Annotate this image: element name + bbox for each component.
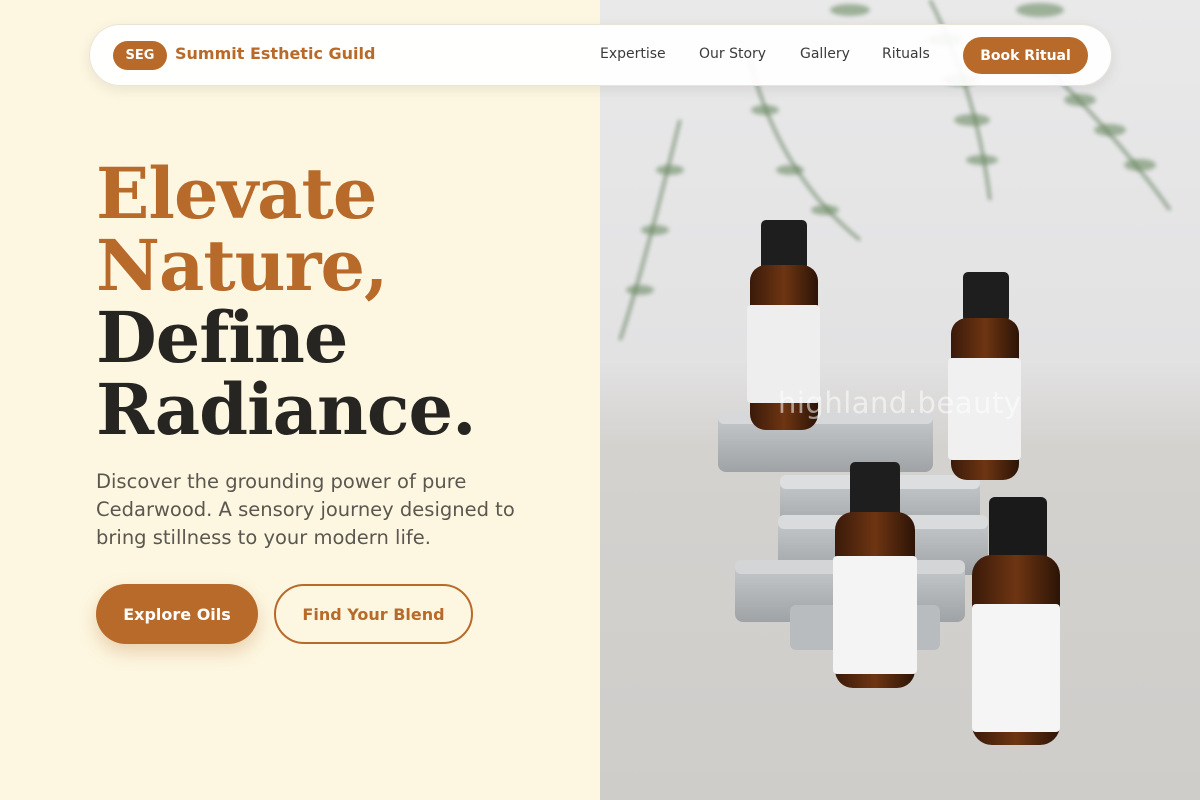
brand-name[interactable]: Summit Esthetic Guild (175, 44, 375, 63)
explore-oils-button[interactable]: Explore Oils (96, 584, 258, 644)
nav-link-gallery[interactable]: Gallery (800, 46, 850, 62)
book-ritual-button[interactable]: Book Ritual (963, 37, 1088, 74)
hero-headline: Elevate Nature, Define Radiance. (96, 152, 476, 451)
nav-link-our-story[interactable]: Our Story (699, 46, 766, 62)
hero-subtitle: Discover the grounding power of pure Ced… (96, 470, 515, 549)
headline-line-4: Radiance. (96, 368, 476, 451)
headline-line-2: Nature, (96, 224, 388, 307)
image-watermark: highland.beauty (778, 386, 1022, 420)
find-your-blend-button[interactable]: Find Your Blend (274, 584, 473, 644)
hero-product-image: highland.beauty (600, 0, 1200, 800)
nav-link-rituals[interactable]: Rituals (882, 46, 930, 62)
headline-line-1: Elevate (96, 152, 377, 235)
headline-line-3: Define (96, 296, 348, 379)
nav-link-expertise[interactable]: Expertise (600, 46, 666, 62)
top-navbar: SEG Summit Esthetic Guild Expertise Our … (89, 24, 1112, 86)
brand-logo-badge[interactable]: SEG (113, 41, 167, 70)
